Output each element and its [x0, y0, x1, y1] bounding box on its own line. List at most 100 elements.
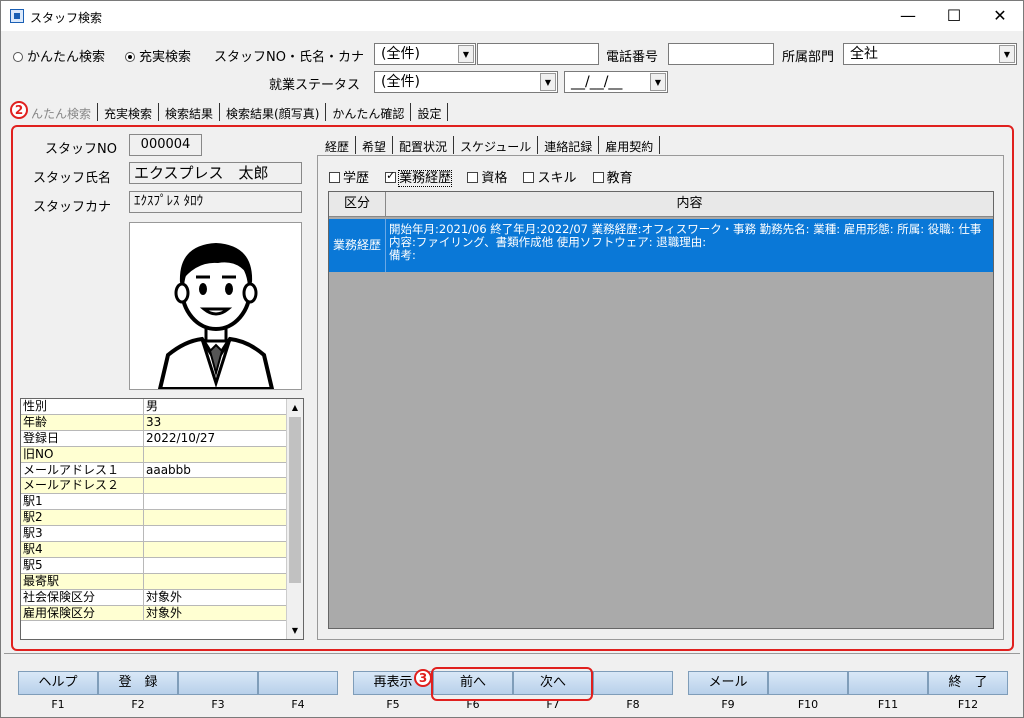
- subtab-history[interactable]: 経歴: [319, 136, 357, 154]
- history-row-content: 開始年月:2021/06 終了年月:2022/07 業務経歴:オフィスワーク・事…: [389, 222, 982, 262]
- fkey-label: F10: [797, 698, 819, 711]
- scroll-down-icon[interactable]: ▼: [287, 622, 303, 639]
- annotation-frame-3: [431, 667, 593, 701]
- maximize-button[interactable]: ☐: [931, 1, 977, 31]
- table-row[interactable]: 駅3: [21, 526, 303, 543]
- scroll-thumb[interactable]: [289, 417, 301, 583]
- fkey-label: F11: [877, 698, 899, 711]
- minimize-button[interactable]: —: [885, 1, 931, 31]
- app-window: スタッフ検索 — ☐ ✕ かんたん検索 充実検索 スタッフNO・氏名・カナ (全…: [0, 0, 1024, 718]
- fkey-button-f10[interactable]: [768, 671, 848, 695]
- table-row[interactable]: 駅1: [21, 494, 303, 511]
- filter-education[interactable]: 学歴: [329, 171, 369, 186]
- tab-search-results[interactable]: 検索結果: [159, 103, 221, 121]
- phone-label: 電話番号: [606, 50, 659, 65]
- table-row[interactable]: 駅4: [21, 542, 303, 558]
- dept-label: 所属部門: [782, 50, 835, 65]
- scroll-up-icon[interactable]: ▲: [287, 399, 303, 416]
- fkey-button-f12[interactable]: 終 了: [928, 671, 1008, 695]
- checkbox-icon: [523, 172, 535, 183]
- detail-value: [144, 494, 286, 509]
- status-combo[interactable]: (全件) ▼: [374, 71, 558, 93]
- table-row[interactable]: 性別男: [21, 399, 303, 415]
- radio-simple-search[interactable]: かんたん検索: [13, 46, 105, 65]
- staff-name-label: スタッフ氏名: [33, 171, 112, 186]
- tab-simple-search[interactable]: んたん検索: [25, 103, 99, 121]
- detail-value: [144, 558, 286, 573]
- detail-value: 2022/10/27: [146, 430, 216, 445]
- fkey-button-f2[interactable]: 登 録: [98, 671, 178, 695]
- tab-search-results-photo[interactable]: 検索結果(顔写真): [220, 103, 327, 121]
- annotation-badge-2: 2: [10, 101, 28, 119]
- subtab-contact-log[interactable]: 連絡記録: [538, 136, 600, 154]
- fkey-button-f1[interactable]: ヘルプ: [18, 671, 98, 695]
- staff-detail-grid[interactable]: 性別男年齢 33 登録日 2022/10/27 旧NO メールアドレス１ aaabbb メール…: [20, 398, 304, 640]
- chevron-down-icon: ▼: [458, 45, 474, 63]
- radio-full-search[interactable]: 充実検索: [125, 46, 191, 65]
- table-row[interactable]: 駅5: [21, 557, 303, 574]
- filter-training[interactable]: 教育: [592, 171, 633, 186]
- detail-key: 駅2: [21, 510, 144, 526]
- detail-value: aaabbb: [146, 462, 191, 477]
- filter-skill[interactable]: スキル: [523, 171, 576, 186]
- detail-scrollbar[interactable]: ▲ ▼: [286, 399, 303, 639]
- subtab-employment-contract[interactable]: 雇用契約: [599, 136, 661, 154]
- detail-key: 駅1: [21, 494, 144, 510]
- window-title: スタッフ検索: [30, 11, 103, 25]
- tab-simple-confirm[interactable]: かんたん確認: [326, 103, 412, 121]
- fkey-button-f3[interactable]: [178, 671, 258, 695]
- detail-value: [144, 510, 286, 525]
- subtab-wish[interactable]: 希望: [356, 136, 394, 154]
- avatar-illustration: [157, 243, 275, 391]
- detail-value: [144, 478, 286, 493]
- filter-work-history[interactable]: 業務経歴: [385, 169, 453, 187]
- table-row[interactable]: 最寄駅: [21, 573, 303, 590]
- detail-key: 駅5: [21, 557, 144, 573]
- detail-key: 雇用保険区分: [21, 605, 144, 621]
- subtab-placement[interactable]: 配置状況: [393, 136, 455, 154]
- subtab-schedule[interactable]: スケジュール: [454, 136, 539, 154]
- checkbox-icon: [467, 172, 479, 183]
- detail-key: 駅3: [21, 526, 144, 542]
- table-row[interactable]: 社会保険区分 対象外: [21, 589, 303, 606]
- close-button[interactable]: ✕: [977, 1, 1023, 31]
- filter-checkboxes: 学歴 業務経歴 資格 スキル 教育: [329, 167, 633, 187]
- fkey-label: F1: [51, 698, 65, 711]
- table-row[interactable]: メールアドレス１ aaabbb: [21, 462, 303, 479]
- tab-settings[interactable]: 設定: [411, 103, 449, 121]
- history-grid[interactable]: 区分 内容 業務経歴 開始年月:2021/06 終了年月:2022/07 業務経…: [328, 191, 994, 629]
- detail-key: メールアドレス２: [21, 478, 144, 494]
- chevron-down-icon: ▼: [650, 73, 666, 91]
- staff-search-combo[interactable]: (全件) ▼: [374, 43, 476, 65]
- table-row[interactable]: 登録日 2022/10/27: [21, 430, 303, 447]
- fkey-label: F9: [721, 698, 735, 711]
- phone-input[interactable]: [668, 43, 774, 65]
- dept-combo[interactable]: 全社 ▼: [843, 43, 1017, 65]
- fkey-button-f4[interactable]: [258, 671, 338, 695]
- table-row[interactable]: 旧NO: [21, 446, 303, 463]
- table-row[interactable]: メールアドレス２: [21, 478, 303, 495]
- filter-qualification[interactable]: 資格: [467, 171, 507, 186]
- detail-key: 性別: [21, 399, 144, 414]
- history-header: 区分 内容: [329, 192, 993, 217]
- fkey-label: F12: [957, 698, 979, 711]
- fkey-button-f9[interactable]: メール: [688, 671, 768, 695]
- history-row-selected[interactable]: 業務経歴 開始年月:2021/06 終了年月:2022/07 業務経歴:オフィス…: [329, 219, 993, 272]
- radio-full-icon: [125, 52, 135, 62]
- detail-rows: 性別男年齢 33 登録日 2022/10/27 旧NO メールアドレス１ aaabbb メール…: [21, 399, 303, 622]
- history-row-kind: 業務経歴: [329, 219, 386, 272]
- col-content-header: 内容: [676, 196, 703, 211]
- date-combo[interactable]: __/__/__ ▼: [564, 71, 668, 93]
- detail-value: 対象外: [146, 589, 183, 604]
- tab-full-search[interactable]: 充実検索: [98, 103, 160, 121]
- staff-kana-value: ｴｸｽﾌﾟﾚｽ ﾀﾛｳ: [129, 191, 302, 213]
- staff-no-value: 000004: [129, 134, 202, 156]
- main-tabs: んたん検索 充実検索 検索結果 検索結果(顔写真) かんたん確認 設定: [25, 103, 449, 123]
- fkey-button-f11[interactable]: [848, 671, 928, 695]
- detail-key: 社会保険区分: [21, 589, 144, 605]
- table-row[interactable]: 年齢 33: [21, 414, 303, 431]
- table-row[interactable]: 雇用保険区分 対象外: [21, 605, 303, 622]
- fkey-button-f8[interactable]: [593, 671, 673, 695]
- table-row[interactable]: 駅2: [21, 510, 303, 527]
- staff-search-input[interactable]: [477, 43, 599, 65]
